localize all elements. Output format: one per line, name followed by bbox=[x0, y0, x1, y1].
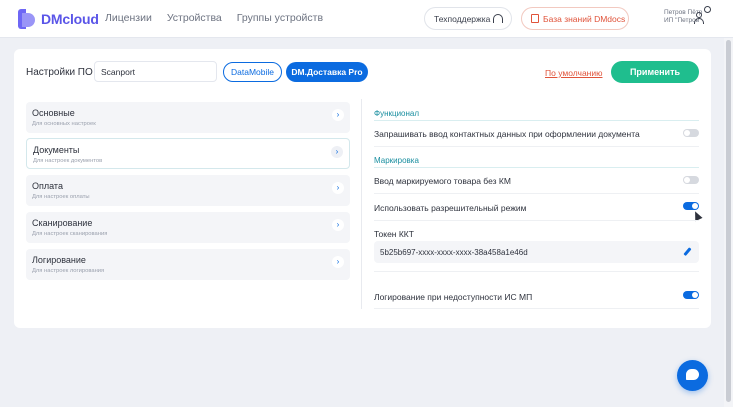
sidebar-item-subtitle: Для основных настроек bbox=[32, 121, 96, 127]
sidebar-item-title: Документы bbox=[33, 145, 80, 155]
nav-licenses[interactable]: Лицензии bbox=[105, 12, 152, 24]
chevron-right-icon: › bbox=[332, 219, 344, 231]
marked-input-toggle[interactable] bbox=[683, 176, 699, 184]
section-functional: Функционал bbox=[374, 109, 420, 118]
nav-devices[interactable]: Устройства bbox=[167, 12, 222, 24]
marked-input-label: Ввод маркируемого товара без КМ bbox=[374, 176, 511, 186]
token-field[interactable]: 5b25b697-xxxx-xxxx-xxxx-38a458a1e46d bbox=[374, 241, 699, 263]
scrollbar-thumb[interactable] bbox=[726, 40, 731, 402]
section-marking: Маркировка bbox=[374, 156, 419, 165]
row-divider bbox=[374, 193, 699, 194]
support-label: Техподдержка bbox=[434, 13, 491, 24]
knowledge-base-button[interactable]: База знаний DMdocs bbox=[521, 7, 629, 30]
sidebar-item-subtitle: Для настроек оплаты bbox=[32, 194, 90, 200]
row-divider bbox=[374, 271, 699, 272]
logo[interactable]: DMcloud bbox=[16, 9, 99, 29]
sidebar-item-subtitle: Для настроек сканирования bbox=[32, 231, 108, 237]
sidebar-item-title: Логирование bbox=[32, 255, 86, 265]
logo-text: DMcloud bbox=[41, 11, 99, 27]
section-divider bbox=[374, 120, 699, 121]
panel-divider bbox=[361, 99, 362, 309]
pencil-icon[interactable] bbox=[683, 247, 692, 257]
row-divider bbox=[374, 308, 699, 309]
chevron-right-icon: › bbox=[332, 109, 344, 121]
nav-device-groups[interactable]: Группы устройств bbox=[237, 12, 323, 24]
chevron-right-icon: › bbox=[331, 146, 343, 158]
sidebar-item-general[interactable]: Основные Для основных настроек › bbox=[26, 102, 350, 133]
permit-mode-toggle[interactable] bbox=[683, 202, 699, 210]
book-icon bbox=[531, 14, 539, 23]
chevron-right-icon: › bbox=[332, 256, 344, 268]
settings-title: Настройки ПО bbox=[26, 67, 93, 78]
sidebar-item-scanning[interactable]: Сканирование Для настроек сканирования › bbox=[26, 212, 350, 243]
token-label: Токен ККТ bbox=[374, 229, 414, 239]
chat-button[interactable] bbox=[677, 360, 708, 391]
contact-request-label: Запрашивать ввод контактных данных при о… bbox=[374, 129, 640, 139]
user-icon[interactable] bbox=[694, 12, 704, 24]
contact-request-toggle[interactable] bbox=[683, 129, 699, 137]
logging-fallback-label: Логирование при недоступности ИС МП bbox=[374, 292, 533, 302]
sidebar-item-subtitle: Для настроек документов bbox=[33, 158, 103, 164]
sidebar-item-title: Основные bbox=[32, 108, 75, 118]
tab-datamobile[interactable]: DataMobile bbox=[223, 62, 282, 82]
row-divider bbox=[374, 146, 699, 147]
sidebar-item-logging[interactable]: Логирование Для настроек логирования › bbox=[26, 249, 350, 280]
sidebar-item-documents[interactable]: Документы Для настроек документов › bbox=[26, 138, 350, 169]
logging-fallback-toggle[interactable] bbox=[683, 291, 699, 299]
knowledge-base-label: База знаний DMdocs bbox=[543, 13, 626, 24]
apply-button[interactable]: Применить bbox=[611, 61, 699, 83]
dmcloud-logo-icon bbox=[16, 9, 36, 29]
token-value: 5b25b697-xxxx-xxxx-xxxx-38a458a1e46d bbox=[380, 248, 528, 257]
reset-default-link[interactable]: По умолчанию bbox=[545, 68, 602, 78]
sidebar-item-subtitle: Для настроек логирования bbox=[32, 268, 105, 274]
permit-mode-label: Использовать разрешительный режим bbox=[374, 203, 527, 213]
headset-icon bbox=[493, 14, 504, 23]
sidebar-item-title: Сканирование bbox=[32, 218, 93, 228]
sidebar-item-payment[interactable]: Оплата Для настроек оплаты › bbox=[26, 175, 350, 206]
support-button[interactable]: Техподдержка bbox=[424, 7, 512, 30]
sidebar-item-title: Оплата bbox=[32, 181, 63, 191]
notification-badge-icon bbox=[704, 6, 711, 13]
main-nav: Лицензии Устройства Группы устройств bbox=[105, 12, 323, 24]
row-divider bbox=[374, 220, 699, 221]
chevron-right-icon: › bbox=[332, 182, 344, 194]
tab-dm-delivery-pro[interactable]: DM.Доставка Pro bbox=[286, 62, 368, 82]
section-divider bbox=[374, 167, 699, 168]
profile-name-input[interactable]: Scanport bbox=[94, 61, 217, 82]
chat-bubble-icon bbox=[686, 369, 699, 380]
